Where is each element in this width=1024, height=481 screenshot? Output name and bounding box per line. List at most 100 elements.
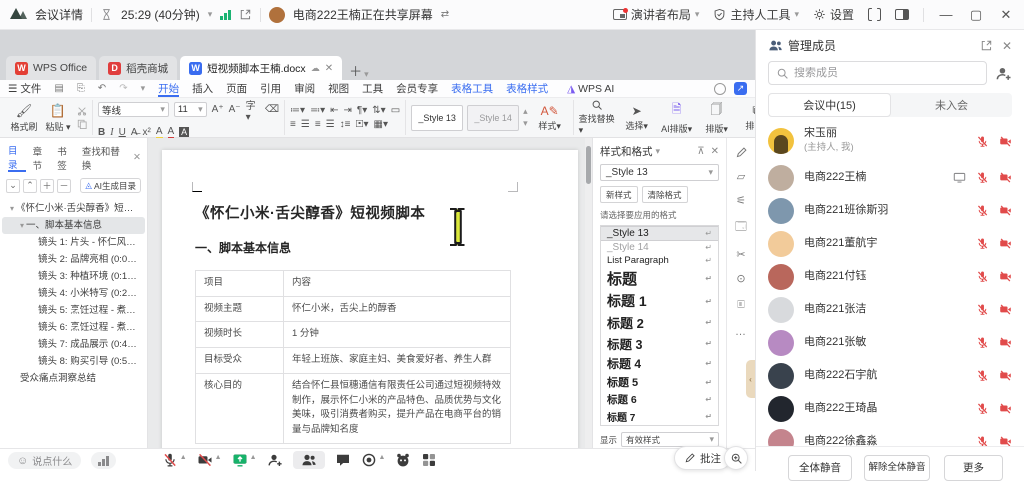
member-row[interactable]: 电商222王琦晶 xyxy=(756,392,1024,425)
nav-tab-chapter[interactable]: 章节 xyxy=(33,144,51,172)
share-doc-button[interactable]: ↗ xyxy=(734,82,747,95)
camera-muted-icon[interactable] xyxy=(999,204,1012,217)
host-tools-button[interactable]: 主持人工具▾ xyxy=(713,6,799,23)
close-button[interactable]: ✕ xyxy=(998,7,1014,23)
strikethrough-button[interactable]: A̶ xyxy=(131,127,138,138)
nav-tab-toc[interactable]: 目录 xyxy=(8,143,26,172)
more-chevron-icon[interactable]: ▾ xyxy=(141,83,146,94)
mute-all-button[interactable]: 全体静音 xyxy=(788,455,852,481)
zoom-out-outline-button[interactable]: － xyxy=(57,179,71,193)
select-button[interactable]: ➤ 选择▾ xyxy=(619,104,655,132)
save-icon[interactable]: ▤ xyxy=(54,83,63,94)
outline-item[interactable]: 受众痛点洞察总结 xyxy=(2,370,145,387)
camera-muted-icon[interactable] xyxy=(999,336,1012,349)
gallery-down-icon[interactable]: ▾ xyxy=(523,118,528,129)
outline-item[interactable]: 镜头 2: 品牌亮相 (0:05-0:1... xyxy=(2,251,145,268)
member-row[interactable]: 电商221付钰 xyxy=(756,260,1024,293)
doc-info-table[interactable]: 项目内容 视频主题怀仁小米，舌尖上的醇香 视频时长1 分钟 目标受众年轻上班族、… xyxy=(195,270,511,444)
bullet-list-icon[interactable]: ≔▾ xyxy=(290,105,305,116)
close-tab-icon[interactable]: ✕ xyxy=(325,63,333,74)
pin-icon[interactable]: ⊼ xyxy=(697,146,704,157)
image-tool-icon[interactable]: 🗔 xyxy=(735,218,747,237)
style-item[interactable]: 标题 2↵ xyxy=(601,312,718,333)
clear-format-icon[interactable]: ⌫ xyxy=(265,104,279,115)
member-row[interactable]: 电商221班徐斯羽 xyxy=(756,194,1024,227)
underline-button[interactable]: U xyxy=(119,127,126,138)
mic-button[interactable]: ▲ xyxy=(162,452,187,468)
current-style-select[interactable]: _Style 13▾ xyxy=(600,164,719,181)
record-button[interactable]: ▲ xyxy=(361,452,386,468)
menu-home[interactable]: 开始 xyxy=(158,81,179,97)
audio-level-indicator[interactable] xyxy=(91,452,116,469)
member-search-input[interactable] xyxy=(794,67,979,79)
select-tool-icon[interactable]: ▱ xyxy=(737,170,745,183)
nav-tab-find[interactable]: 查找和替换 xyxy=(82,144,126,172)
table-row[interactable]: 视频时长1 分钟 xyxy=(196,322,511,348)
camera-options-chevron-icon[interactable]: ▲ xyxy=(215,454,222,461)
outline-item[interactable]: 镜头 6: 烹饪过程 - 煮粥沸... xyxy=(2,319,145,336)
mic-muted-icon[interactable] xyxy=(976,204,989,217)
undo-icon[interactable]: ↶ xyxy=(98,83,106,94)
close-style-pane-icon[interactable]: ✕ xyxy=(711,146,719,157)
style-item[interactable]: 标题 6↵ xyxy=(601,391,718,408)
wps-ai-button[interactable]: ◮ WPS AI xyxy=(567,83,614,95)
ai-toc-button[interactable]: ◬ AI生成目录 xyxy=(80,178,141,193)
meeting-timer[interactable]: 25:29 (40分钟) xyxy=(121,6,200,23)
new-tab-button[interactable]: ＋ xyxy=(349,61,362,80)
font-color-button[interactable]: A xyxy=(168,126,175,139)
format-painter-button[interactable]: 🖌 格式刷 xyxy=(9,103,39,133)
menu-reference[interactable]: 引用 xyxy=(260,81,281,96)
style-item[interactable]: 标题 7↵ xyxy=(601,408,718,425)
tab-document[interactable]: W 短视频脚本王楠.docx ☁ ✕ xyxy=(180,56,342,80)
justify-icon[interactable]: ☰ xyxy=(326,119,335,130)
table-row[interactable]: 目标受众年轻上班族、家庭主妇、美食爱好者、养生人群 xyxy=(196,348,511,374)
mic-muted-icon[interactable] xyxy=(976,336,989,349)
clear-format-button[interactable]: 清除格式 xyxy=(642,186,688,203)
maximize-button[interactable]: ▢ xyxy=(968,7,984,23)
outline-item[interactable]: 镜头 5: 烹饪过程 - 煮粥准... xyxy=(2,302,145,319)
text-direction-icon[interactable]: ¶▾ xyxy=(357,105,367,116)
add-member-icon[interactable] xyxy=(995,65,1012,82)
style-item[interactable]: 标题↵ xyxy=(601,267,718,290)
gallery-up-icon[interactable]: ▴ xyxy=(523,106,528,117)
outdent-icon[interactable]: ⇤ xyxy=(330,105,338,116)
mic-muted-icon[interactable] xyxy=(976,135,989,148)
style-pane-chevron-icon[interactable]: ▾ xyxy=(656,146,661,157)
settings-button[interactable]: 设置 xyxy=(813,6,854,23)
menu-tools[interactable]: 工具 xyxy=(362,81,383,96)
unmute-all-button[interactable]: 解除全体静音 xyxy=(864,455,930,481)
switch-share-icon[interactable]: ⇄ xyxy=(441,9,449,20)
style-chip-style13[interactable]: _Style 13 xyxy=(411,105,463,131)
tab-wps-office[interactable]: W WPS Office xyxy=(6,56,96,80)
outline-item[interactable]: 镜头 4: 小米特写 (0:27-0:3... xyxy=(2,285,145,302)
meeting-details-button[interactable]: 会议详情 xyxy=(35,6,83,23)
member-row[interactable]: 电商221董航宇 xyxy=(756,227,1024,260)
more-actions-button[interactable]: 更多 xyxy=(944,455,1003,481)
mic-muted-icon[interactable] xyxy=(976,303,989,316)
mic-options-chevron-icon[interactable]: ▲ xyxy=(180,454,187,461)
member-row[interactable]: 电商221张洁 xyxy=(756,293,1024,326)
typeset-button[interactable]: 🗍 排版▾ xyxy=(699,100,735,135)
menu-table-style[interactable]: 表格样式 xyxy=(506,81,548,96)
apps-button[interactable] xyxy=(421,452,437,468)
font-size-select[interactable]: 11▾ xyxy=(174,102,207,117)
style-chip-style14[interactable]: _Style 14 xyxy=(467,105,519,131)
document-canvas[interactable]: 《怀仁小米·舌尖醇香》短视频脚本 一、脚本基本信息 项目内容 视频主题怀仁小米，… xyxy=(148,138,585,471)
italic-button[interactable]: I xyxy=(110,127,113,138)
style-item[interactable]: 标题 5↵ xyxy=(601,373,718,391)
expand-all-button[interactable]: ⌃ xyxy=(23,179,37,193)
camera-muted-icon[interactable] xyxy=(999,135,1012,148)
shading-icon[interactable]: 🞔▾ xyxy=(356,119,369,130)
redo-icon[interactable]: ↷ xyxy=(119,83,127,94)
popout-panel-icon[interactable] xyxy=(980,39,993,52)
close-panel-icon[interactable]: ✕ xyxy=(1002,39,1012,53)
bold-button[interactable]: B xyxy=(98,127,105,138)
menu-review[interactable]: 审阅 xyxy=(294,81,315,96)
assistant-button[interactable] xyxy=(395,452,411,468)
member-search-box[interactable] xyxy=(768,61,987,85)
table-row[interactable]: 视频主题怀仁小米，舌尖上的醇香 xyxy=(196,296,511,322)
outline-item[interactable]: 镜头 8: 购买引导 (0:50-1:0... xyxy=(2,353,145,370)
camera-muted-icon[interactable] xyxy=(999,369,1012,382)
mic-muted-icon[interactable] xyxy=(976,171,989,184)
font-name-select[interactable]: 等线▾ xyxy=(98,102,169,117)
